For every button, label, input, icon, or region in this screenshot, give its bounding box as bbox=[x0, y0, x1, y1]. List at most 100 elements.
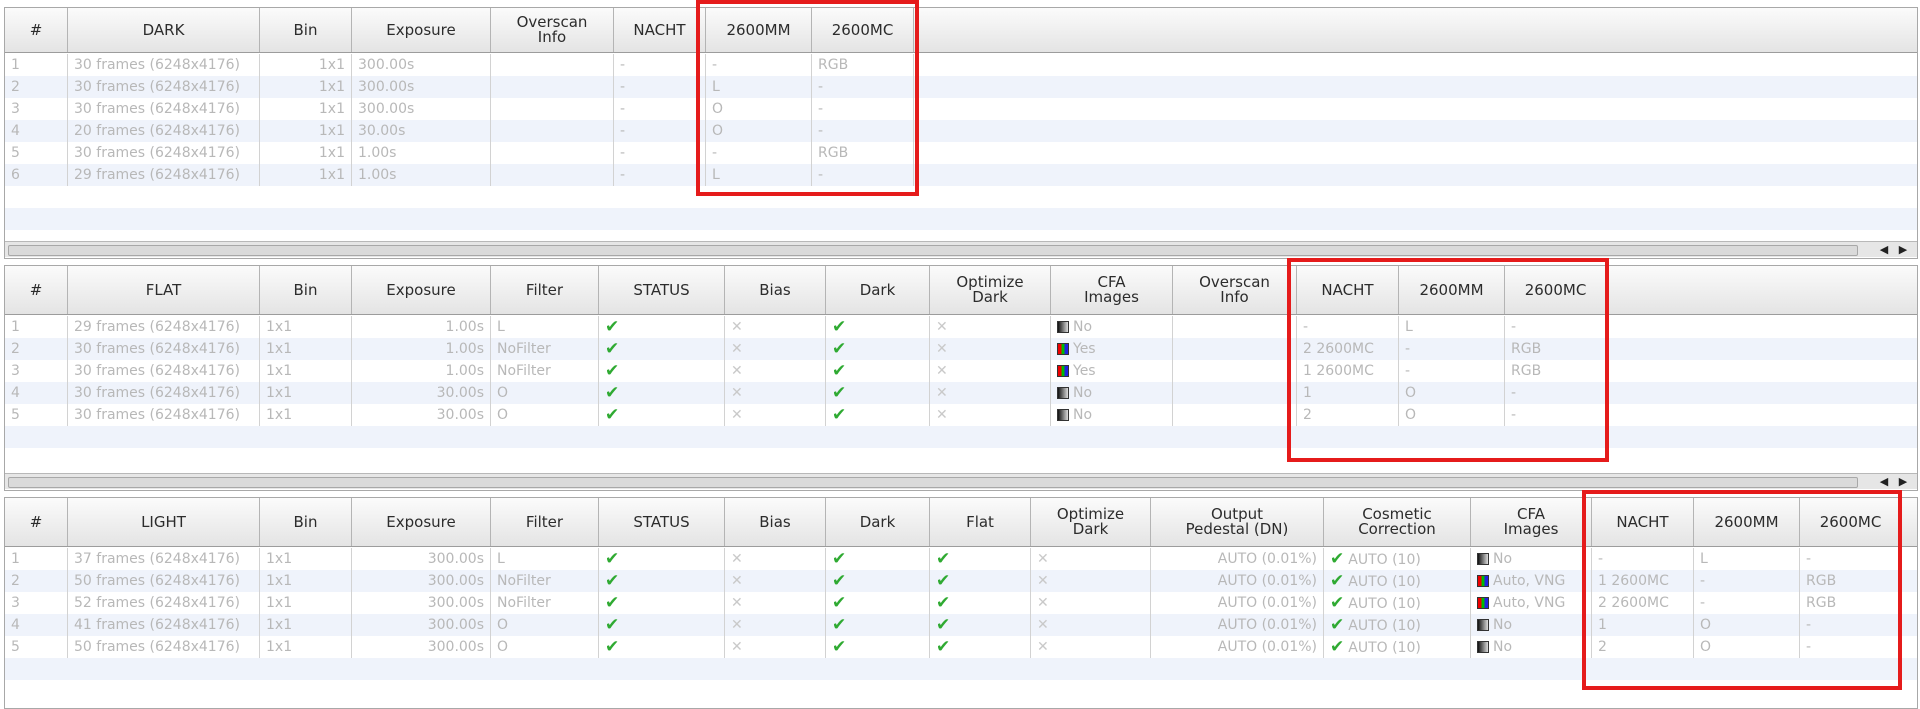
cell-overscan-info bbox=[1173, 316, 1297, 338]
col-header-overscan-info[interactable]: Overscan Info bbox=[1173, 266, 1297, 314]
table-row[interactable]: 2 50 frames (6248x4176) 1x1 300.00s NoFilter… bbox=[5, 570, 1917, 592]
scroll-right-arrow-icon[interactable]: ▶ bbox=[1894, 474, 1912, 489]
cell-frames: 52 frames (6248x4176) bbox=[68, 592, 260, 614]
cell-2600mm: O bbox=[1694, 614, 1800, 636]
table-row[interactable]: 4 41 frames (6248x4176) 1x1 300.00s O ✔ ✕ ✔ ✔ ✕ AU… bbox=[5, 614, 1917, 636]
table-row[interactable]: 3 30 frames (6248x4176) 1x1 1.00s NoFilter ✔ ✕… bbox=[5, 360, 1917, 382]
table-row[interactable]: 4 20 frames (6248x4176) 1x1 30.00s - O - bbox=[5, 120, 1917, 142]
cross-icon: ✕ bbox=[936, 407, 948, 423]
cell-index: 3 bbox=[5, 98, 68, 120]
col-header-flat[interactable]: FLAT bbox=[68, 266, 260, 314]
col-header-2600mm[interactable]: 2600MM bbox=[1399, 266, 1505, 314]
col-header-bias[interactable]: Bias bbox=[725, 498, 826, 546]
dark-horizontal-scrollbar[interactable]: ◀ ▶ bbox=[5, 241, 1917, 257]
scrollbar-thumb[interactable] bbox=[8, 477, 1858, 488]
empty-row bbox=[5, 426, 1917, 448]
col-header-2600mc[interactable]: 2600MC bbox=[812, 8, 914, 52]
col-header-status[interactable]: STATUS bbox=[599, 266, 725, 314]
col-header-cfa-images[interactable]: CFA Images bbox=[1471, 498, 1592, 546]
col-header-nacht[interactable]: NACHT bbox=[614, 8, 706, 52]
cell-index: 3 bbox=[5, 592, 68, 614]
cell-exposure: 1.00s bbox=[352, 360, 491, 382]
scroll-left-arrow-icon[interactable]: ◀ bbox=[1875, 474, 1893, 489]
col-header-light[interactable]: LIGHT bbox=[68, 498, 260, 546]
cfa-label: No bbox=[1493, 639, 1513, 655]
col-header-2600mm[interactable]: 2600MM bbox=[1694, 498, 1800, 546]
checkmark-icon: ✔ bbox=[1330, 615, 1345, 635]
table-row[interactable]: 1 30 frames (6248x4176) 1x1 300.00s - - RGB bbox=[5, 54, 1917, 76]
cell-2600mc: - bbox=[812, 164, 914, 186]
col-header-exposure[interactable]: Exposure bbox=[352, 8, 491, 52]
table-row[interactable]: 5 50 frames (6248x4176) 1x1 300.00s O ✔ ✕ ✔ ✔ ✕ AU… bbox=[5, 636, 1917, 658]
col-header-bias[interactable]: Bias bbox=[725, 266, 826, 314]
col-header-2600mc[interactable]: 2600MC bbox=[1505, 266, 1607, 314]
cell-frames: 41 frames (6248x4176) bbox=[68, 614, 260, 636]
cell-dark: ✔ bbox=[826, 404, 930, 426]
col-header-bin[interactable]: Bin bbox=[260, 266, 352, 314]
col-header-2600mm[interactable]: 2600MM bbox=[706, 8, 812, 52]
cfa-label: No bbox=[1073, 385, 1093, 401]
cross-icon: ✕ bbox=[1037, 595, 1049, 611]
col-header-nacht[interactable]: NACHT bbox=[1297, 266, 1399, 314]
col-header-exposure[interactable]: Exposure bbox=[352, 266, 491, 314]
cell-bin: 1x1 bbox=[260, 120, 352, 142]
col-header-nacht[interactable]: NACHT bbox=[1592, 498, 1694, 546]
cell-output-pedestal: AUTO (0.01%) bbox=[1151, 636, 1324, 658]
col-header-filter[interactable]: Filter bbox=[491, 498, 599, 546]
table-row[interactable]: 2 30 frames (6248x4176) 1x1 300.00s - L - bbox=[5, 76, 1917, 98]
cell-output-pedestal: AUTO (0.01%) bbox=[1151, 592, 1324, 614]
cell-frames: 29 frames (6248x4176) bbox=[68, 164, 260, 186]
table-row[interactable]: 6 29 frames (6248x4176) 1x1 1.00s - L - bbox=[5, 164, 1917, 186]
cell-bin: 1x1 bbox=[260, 636, 352, 658]
table-row[interactable]: 1 29 frames (6248x4176) 1x1 1.00s L ✔ ✕ ✔ ✕ No - L - bbox=[5, 316, 1917, 338]
cell-bin: 1x1 bbox=[260, 164, 352, 186]
cell-status: ✔ bbox=[599, 338, 725, 360]
checkmark-icon: ✔ bbox=[936, 593, 951, 613]
cell-bin: 1x1 bbox=[260, 54, 352, 76]
scrollbar-thumb[interactable] bbox=[8, 245, 1858, 256]
cell-flat: ✔ bbox=[930, 636, 1031, 658]
col-header-bin[interactable]: Bin bbox=[260, 498, 352, 546]
col-header-flat[interactable]: Flat bbox=[930, 498, 1031, 546]
cell-index: 5 bbox=[5, 636, 68, 658]
cell-exposure: 30.00s bbox=[352, 382, 491, 404]
cfa-mono-icon bbox=[1477, 553, 1489, 565]
table-row[interactable]: 3 30 frames (6248x4176) 1x1 300.00s - O - bbox=[5, 98, 1917, 120]
table-row[interactable]: 4 30 frames (6248x4176) 1x1 30.00s O ✔ ✕ ✔ ✕ No 1 O… bbox=[5, 382, 1917, 404]
col-header-status[interactable]: STATUS bbox=[599, 498, 725, 546]
scroll-right-arrow-icon[interactable]: ▶ bbox=[1894, 242, 1912, 257]
cell-2600mm: O bbox=[706, 98, 812, 120]
cell-optimize-dark: ✕ bbox=[1031, 636, 1151, 658]
table-row[interactable]: 1 37 frames (6248x4176) 1x1 300.00s L ✔ ✕ ✔ ✔ ✕ AU… bbox=[5, 548, 1917, 570]
checkmark-icon: ✔ bbox=[1330, 593, 1345, 613]
col-header-2600mc[interactable]: 2600MC bbox=[1800, 498, 1902, 546]
scroll-left-arrow-icon[interactable]: ◀ bbox=[1875, 242, 1893, 257]
col-header-index[interactable]: # bbox=[5, 8, 68, 52]
col-header-filter[interactable]: Filter bbox=[491, 266, 599, 314]
cell-bin: 1x1 bbox=[260, 76, 352, 98]
col-header-overscan-info[interactable]: Overscan Info bbox=[491, 8, 614, 52]
flat-horizontal-scrollbar[interactable]: ◀ ▶ bbox=[5, 473, 1917, 489]
col-header-cfa-images[interactable]: CFA Images bbox=[1051, 266, 1173, 314]
cell-index: 2 bbox=[5, 338, 68, 360]
table-row[interactable]: 2 30 frames (6248x4176) 1x1 1.00s NoFilter ✔ ✕… bbox=[5, 338, 1917, 360]
table-row[interactable]: 3 52 frames (6248x4176) 1x1 300.00s NoFilter… bbox=[5, 592, 1917, 614]
col-header-dark[interactable]: Dark bbox=[826, 498, 930, 546]
col-header-bin[interactable]: Bin bbox=[260, 8, 352, 52]
table-row[interactable]: 5 30 frames (6248x4176) 1x1 30.00s O ✔ ✕ ✔ ✕ No 2 O… bbox=[5, 404, 1917, 426]
col-header-index[interactable]: # bbox=[5, 498, 68, 546]
col-header-optimize-dark[interactable]: Optimize Dark bbox=[930, 266, 1051, 314]
cell-2600mm: L bbox=[1694, 548, 1800, 570]
table-row[interactable]: 5 30 frames (6248x4176) 1x1 1.00s - - RGB bbox=[5, 142, 1917, 164]
col-header-index[interactable]: # bbox=[5, 266, 68, 314]
col-header-exposure[interactable]: Exposure bbox=[352, 498, 491, 546]
cross-icon: ✕ bbox=[1037, 639, 1049, 655]
cell-nacht: 2 bbox=[1297, 404, 1399, 426]
col-header-optimize-dark[interactable]: Optimize Dark bbox=[1031, 498, 1151, 546]
cell-cosmetic-correction: ✔ AUTO (10) bbox=[1324, 636, 1471, 658]
col-header-cosmetic-correction[interactable]: Cosmetic Correction bbox=[1324, 498, 1471, 546]
col-header-dark[interactable]: Dark bbox=[826, 266, 930, 314]
col-header-output-pedestal[interactable]: Output Pedestal (DN) bbox=[1151, 498, 1324, 546]
cell-index: 2 bbox=[5, 76, 68, 98]
col-header-dark[interactable]: DARK bbox=[68, 8, 260, 52]
